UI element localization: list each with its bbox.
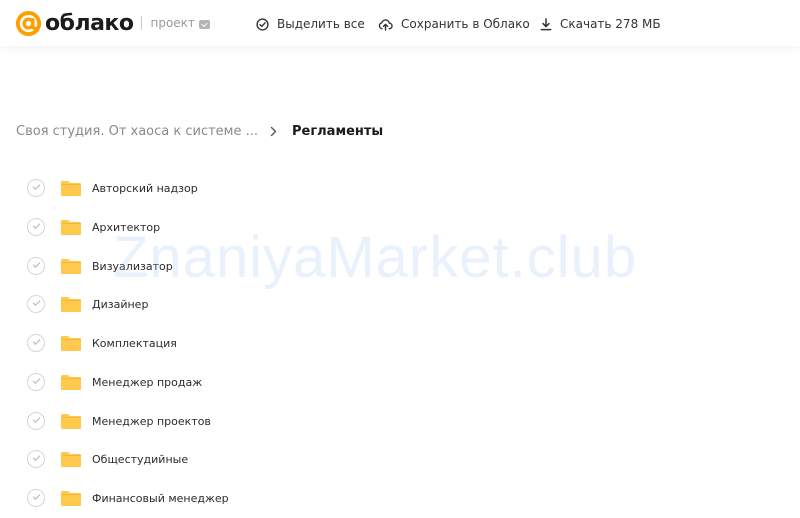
cloud-logo[interactable]: облако проект: [15, 7, 210, 39]
folder-name: Комплектация: [92, 337, 177, 350]
list-item[interactable]: Менеджер проектов: [0, 403, 800, 441]
folder-name: Менеджер проектов: [92, 414, 211, 428]
checkmark-circle-icon[interactable]: [27, 295, 45, 314]
folder-icon: [61, 258, 81, 274]
breadcrumb-current: Регламенты: [292, 124, 384, 139]
breadcrumb: Своя студия. От хаоса к системе ... Регл…: [16, 124, 383, 139]
checkmark-circle-icon[interactable]: [27, 372, 45, 391]
folder-icon: [61, 452, 81, 468]
select-all-button[interactable]: Выделить все: [256, 15, 365, 33]
folder-icon: [61, 219, 81, 235]
list-item[interactable]: Авторский надзор: [0, 170, 800, 208]
save-to-cloud-label: Сохранить в Облако: [401, 17, 530, 31]
folder-icon: [61, 336, 81, 351]
folder-name: Авторский надзор: [92, 182, 198, 195]
checkmark-circle-icon[interactable]: [27, 334, 45, 352]
folder-icon: [61, 297, 81, 313]
folder-icon: [61, 374, 81, 390]
logo-text: облако: [45, 10, 134, 36]
cloud-upload-icon: [378, 18, 393, 31]
at-sign-logo-icon: [15, 10, 42, 36]
checkmark-circle-icon[interactable]: [27, 411, 45, 430]
folder-name: Дизайнер: [92, 298, 149, 312]
folder-name: Архитектор: [92, 220, 161, 234]
list-item[interactable]: Финансовый менеджер: [0, 480, 800, 518]
top-header: облако проект Выделить все Сохранить в О…: [0, 0, 800, 46]
breadcrumb-parent-link[interactable]: Своя студия. От хаоса к системе ...: [16, 124, 258, 139]
project-label: проект: [150, 16, 195, 30]
select-all-label: Выделить все: [277, 17, 365, 31]
folder-name: Финансовый менеджер: [92, 492, 229, 505]
download-icon: [540, 17, 552, 30]
download-label: Скачать 278 МБ: [560, 17, 661, 31]
folder-name: Менеджер продаж: [92, 375, 203, 389]
check-circle-icon: [256, 17, 269, 31]
folder-icon: [61, 491, 81, 506]
logo-divider: [141, 16, 143, 30]
folder-name: Визуализатор: [92, 259, 173, 273]
folder-icon: [61, 181, 81, 196]
list-item[interactable]: Общестудийные: [0, 441, 800, 479]
list-item[interactable]: Дизайнер: [0, 286, 800, 324]
list-item[interactable]: Менеджер продаж: [0, 364, 800, 402]
list-item[interactable]: Комплектация: [0, 325, 800, 363]
checkmark-circle-icon[interactable]: [27, 450, 45, 469]
save-to-cloud-button[interactable]: Сохранить в Облако: [378, 15, 530, 33]
project-badge-icon: [198, 19, 210, 29]
download-button[interactable]: Скачать 278 МБ: [540, 15, 661, 33]
folder-name: Общестудийные: [92, 453, 189, 467]
chevron-right-icon: [270, 126, 277, 137]
checkmark-circle-icon[interactable]: [27, 217, 45, 236]
checkmark-circle-icon[interactable]: [27, 256, 45, 275]
checkmark-circle-icon[interactable]: [27, 489, 45, 507]
list-item[interactable]: Визуализатор: [0, 248, 800, 286]
list-item[interactable]: Архитектор: [0, 209, 800, 247]
checkmark-circle-icon[interactable]: [27, 179, 45, 197]
folder-icon: [61, 413, 81, 429]
